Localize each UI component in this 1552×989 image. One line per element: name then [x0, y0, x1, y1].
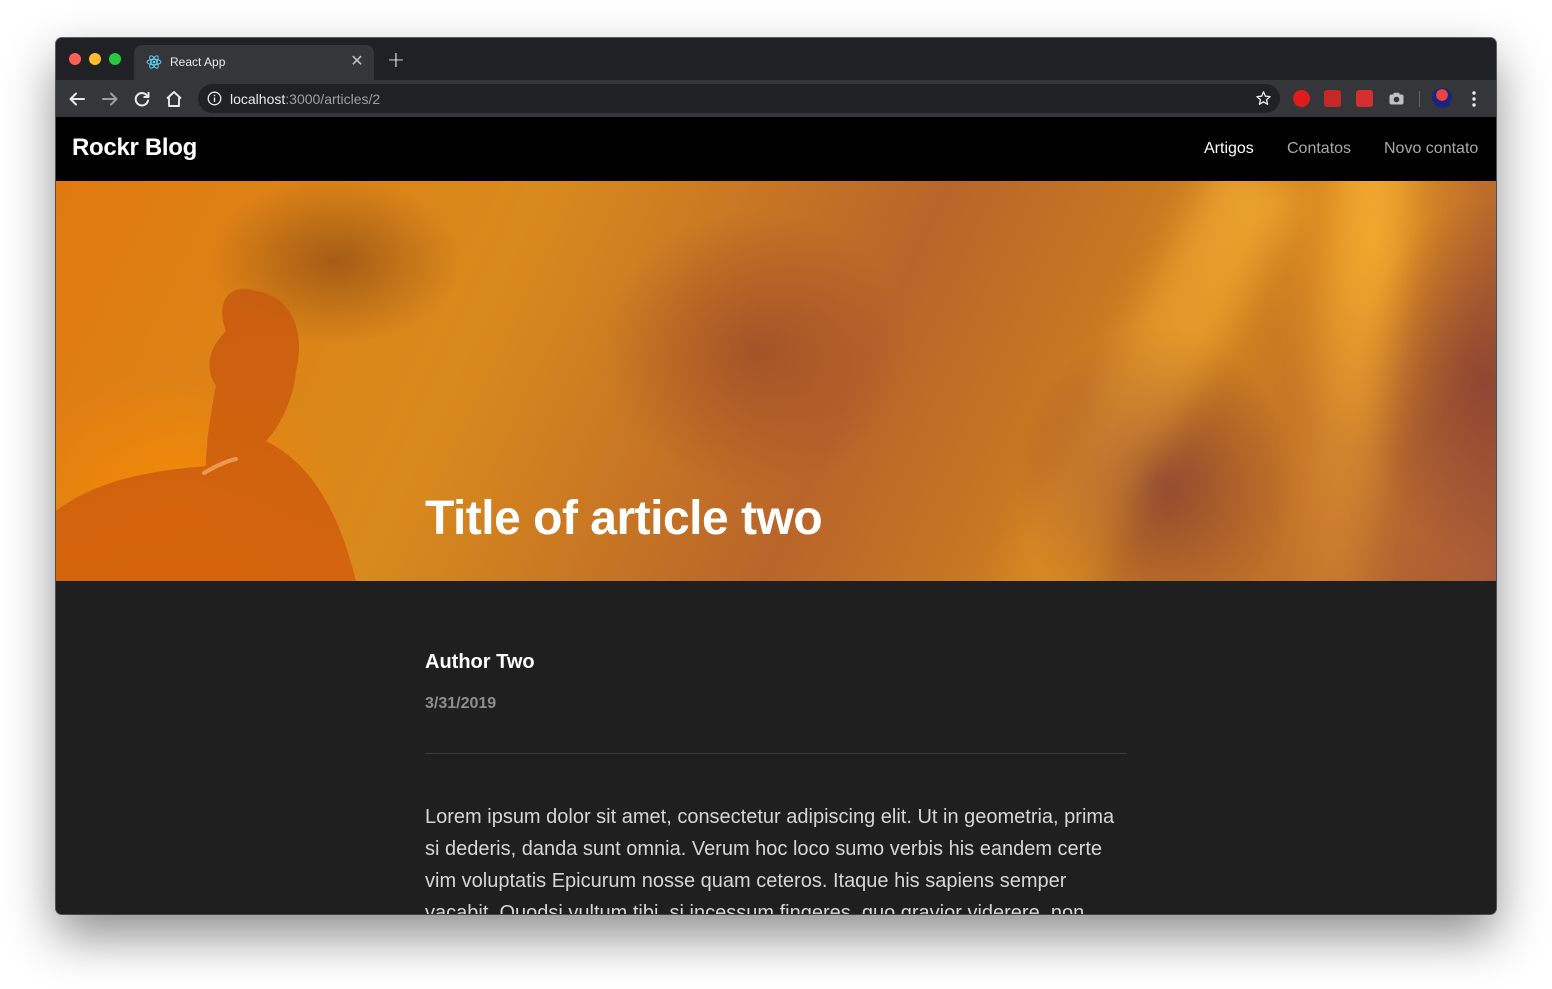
- browser-window: React App ✕ + localhost:3000/articles/2: [56, 38, 1496, 914]
- browser-tab[interactable]: React App ✕: [134, 45, 374, 80]
- hero-banner: Title of article two: [56, 181, 1496, 581]
- web-page: Rockr Blog Artigos Contatos Novo contato…: [56, 117, 1496, 914]
- url-host: localhost: [230, 91, 286, 107]
- nav-link-novo-contato[interactable]: Novo contato: [1384, 140, 1478, 158]
- article-author: Author Two: [425, 651, 535, 673]
- camera-icon[interactable]: [1388, 90, 1405, 107]
- extension-adblock-icon[interactable]: [1293, 90, 1310, 107]
- nav-link-contatos[interactable]: Contatos: [1287, 140, 1351, 158]
- tab-title: React App: [170, 55, 226, 69]
- maximize-window-button[interactable]: [109, 53, 121, 65]
- forward-arrow-icon[interactable]: [99, 88, 121, 110]
- home-icon[interactable]: [163, 88, 185, 110]
- close-window-button[interactable]: [69, 53, 81, 65]
- site-brand-link[interactable]: Rockr Blog: [72, 134, 197, 162]
- light-beam: [1289, 181, 1413, 581]
- reload-icon[interactable]: [131, 88, 153, 110]
- profile-avatar[interactable]: [1432, 88, 1452, 108]
- url-path: :3000/articles/2: [285, 91, 381, 107]
- site-header: Rockr Blog Artigos Contatos Novo contato: [56, 117, 1496, 181]
- close-icon[interactable]: ✕: [348, 53, 366, 71]
- article-date: 3/31/2019: [425, 695, 497, 712]
- back-arrow-icon[interactable]: [66, 88, 88, 110]
- article-text: Lorem ipsum dolor sit amet, consectetur …: [425, 806, 1115, 914]
- nav-link-artigos[interactable]: Artigos: [1204, 140, 1254, 158]
- extension-bug-icon[interactable]: [1324, 90, 1341, 107]
- react-favicon-icon: [146, 55, 162, 69]
- url-text: localhost:3000/articles/2: [230, 91, 380, 107]
- light-beam: [979, 181, 1303, 581]
- hero-person-silhouette: [56, 288, 356, 581]
- info-icon[interactable]: [207, 91, 222, 106]
- toolbar-separator: [1419, 91, 1420, 107]
- kebab-menu-icon[interactable]: [1467, 89, 1481, 109]
- divider: [425, 753, 1127, 754]
- minimize-window-button[interactable]: [89, 53, 101, 65]
- article-title: Title of article two: [425, 492, 823, 545]
- browser-toolbar: localhost:3000/articles/2: [56, 80, 1496, 117]
- extension-cors-icon[interactable]: [1356, 90, 1373, 107]
- star-icon[interactable]: [1255, 90, 1272, 107]
- address-bar[interactable]: localhost:3000/articles/2: [198, 84, 1280, 113]
- plus-icon[interactable]: +: [384, 50, 408, 74]
- tab-strip: React App ✕ +: [56, 38, 1496, 80]
